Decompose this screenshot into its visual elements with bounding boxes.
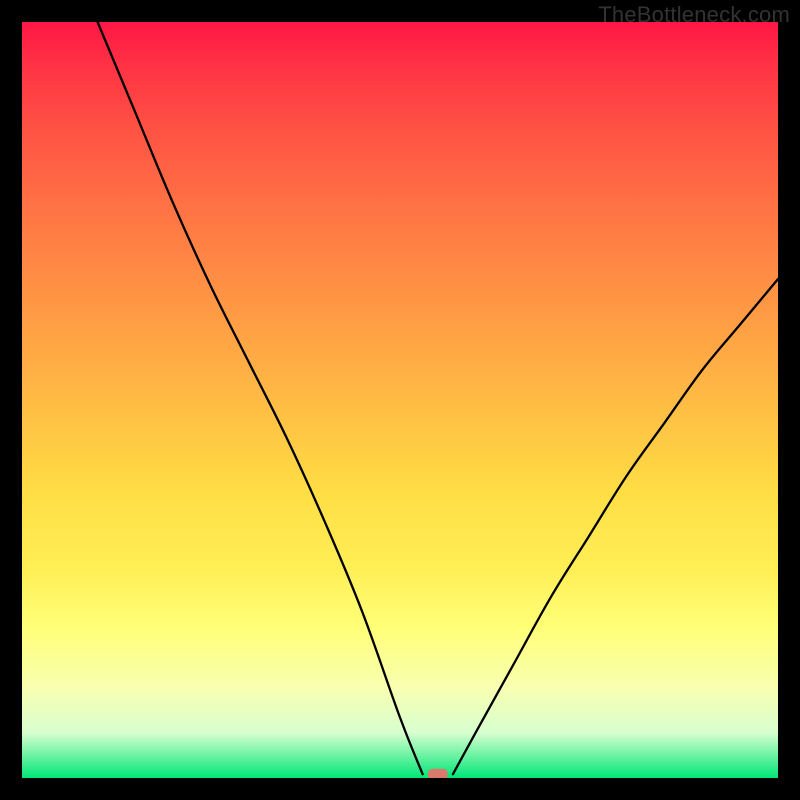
curve-right-branch: [453, 279, 778, 774]
chart-svg: [22, 22, 778, 778]
chart-frame: TheBottleneck.com: [0, 0, 800, 800]
minimum-marker: [428, 769, 448, 778]
watermark-text: TheBottleneck.com: [598, 2, 790, 28]
curve-left-branch: [98, 22, 423, 774]
plot-area: [22, 22, 778, 778]
